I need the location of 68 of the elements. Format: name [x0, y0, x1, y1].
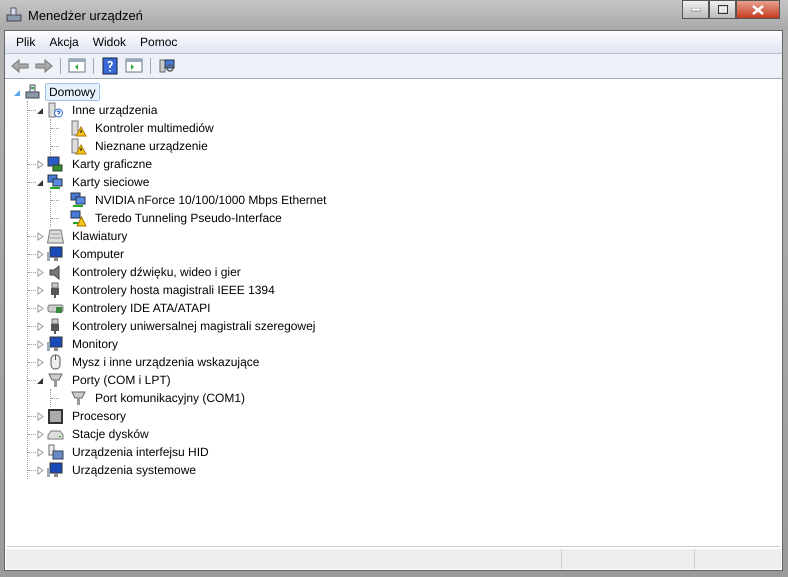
forward-icon[interactable]	[33, 56, 55, 76]
tree-item[interactable]: Stacje dysków	[68, 425, 153, 443]
tree-item[interactable]: Teredo Tunneling Pseudo-Interface	[91, 209, 286, 227]
tree-item[interactable]: Kontrolery dźwięku, wideo i gier	[68, 263, 245, 281]
tree-item[interactable]: Inne urządzenia	[68, 101, 162, 119]
monitor-icon	[47, 336, 64, 352]
tree-item[interactable]: Porty (COM i LPT)	[68, 371, 175, 389]
expand-arrow-icon[interactable]	[36, 304, 45, 312]
collapse-arrow-icon[interactable]	[36, 376, 45, 384]
expand-arrow-icon[interactable]	[36, 412, 45, 420]
monitor-icon	[47, 462, 64, 478]
tree-item[interactable]: Urządzenia interfejsu HID	[68, 443, 213, 461]
maximize-button[interactable]	[709, 0, 736, 19]
expand-arrow-icon[interactable]	[36, 250, 45, 258]
tree-item[interactable]: Nieznane urządzenie	[91, 137, 212, 155]
warning-device-icon	[70, 120, 87, 136]
computer-icon	[24, 84, 41, 100]
menu-item[interactable]: Akcja	[42, 33, 86, 51]
tree-item[interactable]: Karty graficzne	[68, 155, 156, 173]
monitor-icon	[47, 246, 64, 262]
window-title: Menedżer urządzeń	[28, 8, 144, 22]
minimize-icon	[690, 8, 700, 12]
expand-arrow-icon[interactable]	[36, 286, 45, 294]
expand-arrow-icon[interactable]	[36, 358, 45, 366]
back-icon[interactable]	[9, 56, 31, 76]
close-button[interactable]	[736, 0, 780, 19]
tree-item[interactable]: Monitory	[68, 335, 122, 353]
tree-item[interactable]: Port komunikacyjny (COM1)	[91, 389, 250, 407]
expand-arrow-icon[interactable]	[36, 160, 45, 168]
menu-item[interactable]: Plik	[9, 33, 42, 51]
tree-item[interactable]: Kontrolery IDE ATA/ATAPI	[68, 299, 214, 317]
network-icon	[47, 174, 64, 190]
close-icon	[752, 4, 764, 14]
tree-item[interactable]: Kontrolery uniwersalnej magistrali szeregowej	[68, 317, 320, 335]
collapse-arrow-icon[interactable]	[36, 106, 45, 114]
expand-arrow-icon[interactable]	[36, 340, 45, 348]
unknown-device-icon	[47, 102, 64, 118]
expand-arrow-icon[interactable]	[36, 466, 45, 474]
network-warning-icon	[70, 210, 87, 226]
processor-icon	[47, 408, 64, 424]
tree-item[interactable]: Kontroler multimediów	[91, 119, 218, 137]
tree-item[interactable]: Procesory	[68, 407, 130, 425]
collapse-arrow-icon[interactable]	[36, 178, 45, 186]
tree-item[interactable]: Mysz i inne urządzenia wskazujące	[68, 353, 264, 371]
network-icon	[70, 192, 87, 208]
menu-item[interactable]: Widok	[86, 33, 134, 51]
expand-arrow-icon[interactable]	[36, 268, 45, 276]
tree-item[interactable]: Karty sieciowe	[68, 173, 154, 191]
port-icon	[70, 390, 87, 406]
keyboard-icon	[47, 228, 64, 244]
minimize-button[interactable]	[682, 0, 709, 19]
tree-item[interactable]: Klawiatury	[68, 227, 132, 245]
menu-item[interactable]: Pomoc	[133, 33, 184, 51]
tree-item[interactable]: NVIDIA nForce 10/100/1000 Mbps Ethernet	[91, 191, 330, 209]
expand-arrow-icon[interactable]	[36, 448, 45, 456]
expand-arrow-icon[interactable]	[36, 430, 45, 438]
tree-item[interactable]: Domowy	[45, 83, 100, 101]
expand-arrow-icon[interactable]	[36, 322, 45, 330]
tree-item[interactable]: Kontrolery hosta magistrali IEEE 1394	[68, 281, 279, 299]
expand-arrow-icon[interactable]	[36, 232, 45, 240]
display-card-icon	[47, 156, 64, 172]
tree-item[interactable]: Komputer	[68, 245, 128, 263]
tree-item[interactable]: Urządzenia systemowe	[68, 461, 200, 479]
hid-device-icon	[47, 444, 64, 460]
computer-icon	[6, 7, 22, 23]
warning-device-icon	[70, 138, 87, 154]
port-icon	[47, 372, 64, 388]
maximize-icon	[718, 5, 728, 14]
